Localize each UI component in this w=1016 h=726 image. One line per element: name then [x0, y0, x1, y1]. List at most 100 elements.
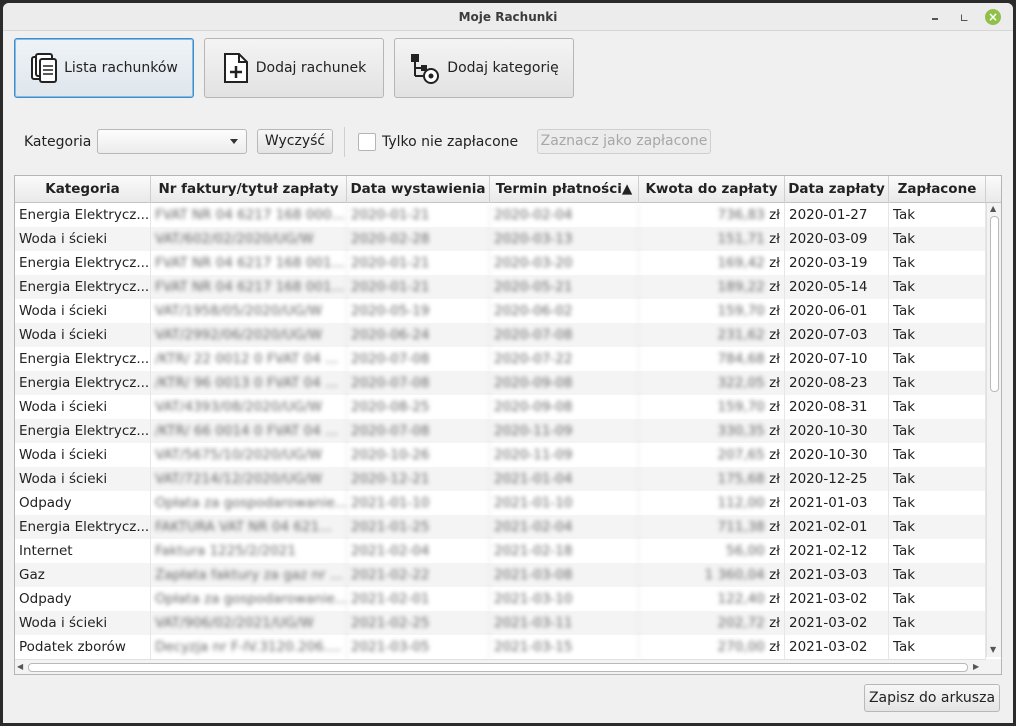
add-bill-button[interactable]: Dodaj rachunek — [204, 38, 384, 98]
currency-label: zł — [769, 519, 780, 535]
cell-amount: 202,72 zł — [639, 611, 785, 635]
currency-label: zł — [769, 375, 780, 391]
cell-paid: Tak — [889, 395, 986, 419]
table-row[interactable]: Odpady Opłata za gospodarowanie... 2021-02… — [15, 587, 986, 611]
amount-value: 231,62 — [717, 327, 765, 343]
cell-paid: Tak — [889, 203, 986, 227]
table-row[interactable]: Gaz Zapłata faktury za gaz nr ... 2021-02-… — [15, 563, 986, 587]
column-header-issued[interactable]: Data wystawienia — [347, 176, 490, 203]
cell-category: Woda i ścieki — [15, 299, 151, 323]
vertical-scroll-thumb[interactable] — [990, 216, 999, 392]
scroll-down-icon[interactable]: ▼ — [990, 645, 996, 655]
column-header-paid[interactable]: Zapłacone — [889, 176, 986, 203]
cell-paid-date: 2020-10-30 — [785, 419, 889, 443]
currency-label: zł — [769, 351, 780, 367]
amount-value: 175,68 — [717, 471, 765, 487]
cell-amount: 231,62 zł — [639, 323, 785, 347]
vertical-scrollbar[interactable]: ▲ ▼ — [986, 203, 1001, 657]
cell-category: Woda i ścieki — [15, 611, 151, 635]
table-row[interactable]: Energia Elektrycz... FAKTURA VAT NR 04 62… — [15, 515, 986, 539]
cell-issued: 2020-12-21 — [347, 467, 490, 491]
table-row[interactable]: Woda i ścieki VAT/906/02/2021/UG/W 2021-02… — [15, 611, 986, 635]
mark-paid-button[interactable]: Zaznacz jako zapłacone — [537, 129, 711, 154]
cell-category: Woda i ścieki — [15, 227, 151, 251]
cell-due: 2020-06-02 — [490, 299, 639, 323]
cell-paid-date: 2021-02-12 — [785, 539, 889, 563]
amount-value: 270,00 — [717, 639, 765, 655]
column-header-category[interactable]: Kategoria — [15, 176, 151, 203]
currency-label: zł — [769, 591, 780, 607]
column-header-due[interactable]: Termin płatności▲ — [490, 176, 639, 203]
scroll-corner — [986, 659, 1001, 674]
table-row[interactable]: Energia Elektrycz... FVAT NR 04 6217 168 … — [15, 251, 986, 275]
cell-paid-date: 2020-03-09 — [785, 227, 889, 251]
table-body: Energia Elektrycz... FVAT NR 04 6217 168 … — [15, 203, 986, 659]
table-row[interactable]: Woda i ścieki VAT/7214/12/2020/UG/W 2020-1… — [15, 467, 986, 491]
cell-amount: 1 360,04 zł — [639, 563, 785, 587]
restore-icon[interactable] — [956, 9, 972, 25]
toolbar-separator — [344, 127, 345, 157]
cell-category: Internet — [15, 539, 151, 563]
table-row[interactable]: Odpady Opłata za gospodarowanie... 2021-01… — [15, 491, 986, 515]
horizontal-scroll-thumb[interactable] — [28, 663, 968, 672]
currency-label: zł — [769, 639, 780, 655]
table-row[interactable]: Energia Elektrycz... FVAT NR 04 6217 168 … — [15, 203, 986, 227]
currency-label: zł — [769, 495, 780, 511]
minimize-icon[interactable] — [928, 9, 944, 25]
amount-value: 159,70 — [717, 399, 765, 415]
column-header-amount[interactable]: Kwota do zapłaty — [639, 176, 785, 203]
column-header-paid-date[interactable]: Data zapłaty — [785, 176, 889, 203]
unpaid-only-checkbox[interactable] — [358, 133, 376, 151]
cell-category: Woda i ścieki — [15, 467, 151, 491]
table-row[interactable]: Energia Elektrycz.../KTR/ 22 0012 0 FVAT… — [15, 347, 986, 371]
table-row[interactable]: Woda i ścieki VAT/1958/05/2020/UG/W 2020-0… — [15, 299, 986, 323]
cell-paid-date: 2021-03-03 — [785, 563, 889, 587]
unpaid-only-label[interactable]: Tylko nie zapłacone — [382, 134, 518, 150]
cell-paid: Tak — [889, 347, 986, 371]
table-row[interactable]: Woda i ścieki VAT/602/02/2020/UG/W 2020-02… — [15, 227, 986, 251]
table-row[interactable]: Woda i ścieki VAT/2992/06/2020/UG/W 2020-0… — [15, 323, 986, 347]
app-window: Moje Rachunki × Lista rachunków Dodaj ra… — [3, 3, 1013, 723]
cell-paid-date: 2020-07-03 — [785, 323, 889, 347]
amount-value: 151,71 — [717, 231, 765, 247]
cell-amount: 112,00 zł — [639, 491, 785, 515]
category-dropdown[interactable] — [97, 129, 247, 154]
filter-bar: Kategoria Wyczyść Tylko nie zapłacone Za… — [3, 127, 1013, 157]
cell-paid: Tak — [889, 515, 986, 539]
close-icon[interactable]: × — [985, 9, 1001, 25]
cell-issued: 2021-02-04 — [347, 539, 490, 563]
horizontal-scrollbar[interactable]: ◀ ▶ — [15, 659, 986, 674]
cell-issued: 2021-01-25 — [347, 515, 490, 539]
cell-invoice: VAT/4393/08/2020/UG/W — [151, 395, 347, 419]
amount-value: 189,22 — [717, 279, 765, 295]
table-header: Kategoria Nr faktury/tytuł zapłaty Data … — [15, 176, 1001, 203]
scroll-left-icon[interactable]: ◀ — [17, 662, 23, 671]
clear-button[interactable]: Wyczyść — [257, 129, 333, 154]
cell-paid-date: 2021-02-01 — [785, 515, 889, 539]
cell-paid: Tak — [889, 635, 986, 659]
cell-due: 2021-02-18 — [490, 539, 639, 563]
table-row[interactable]: Woda i ścieki VAT/4393/08/2020/UG/W 2020-0… — [15, 395, 986, 419]
table-row[interactable]: Podatek zborów Decyzja nr F-IV.3120.206..… — [15, 635, 986, 659]
currency-label: zł — [769, 255, 780, 271]
cell-due: 2021-01-10 — [490, 491, 639, 515]
table-row[interactable]: Energia Elektrycz.../KTR/ 66 0014 0 FVAT… — [15, 419, 986, 443]
cell-category: Energia Elektrycz... — [15, 275, 151, 299]
cell-paid-date: 2020-10-30 — [785, 443, 889, 467]
currency-label: zł — [769, 231, 780, 247]
cell-due: 2020-02-04 — [490, 203, 639, 227]
table-row[interactable]: Woda i ścieki VAT/5675/10/2020/UG/W 2020-1… — [15, 443, 986, 467]
cell-issued: 2020-05-19 — [347, 299, 490, 323]
list-bills-button[interactable]: Lista rachunków — [14, 38, 194, 98]
table-row[interactable]: Energia Elektrycz.../KTR/ 96 0013 0 FVAT… — [15, 371, 986, 395]
table-row[interactable]: Energia Elektrycz... FVAT NR 04 6217 168 … — [15, 275, 986, 299]
table-row[interactable]: Internet Faktura 1225/2/2021 2021-02-04 202… — [15, 539, 986, 563]
cell-due: 2020-07-08 — [490, 323, 639, 347]
cell-paid-date: 2020-03-19 — [785, 251, 889, 275]
save-to-spreadsheet-button[interactable]: Zapisz do arkusza — [864, 684, 1000, 712]
scroll-up-icon[interactable]: ▲ — [990, 204, 996, 214]
column-header-invoice[interactable]: Nr faktury/tytuł zapłaty — [151, 176, 347, 203]
add-category-button[interactable]: Dodaj kategorię — [394, 38, 574, 98]
scroll-right-icon[interactable]: ▶ — [973, 662, 979, 671]
cell-due: 2020-09-08 — [490, 371, 639, 395]
